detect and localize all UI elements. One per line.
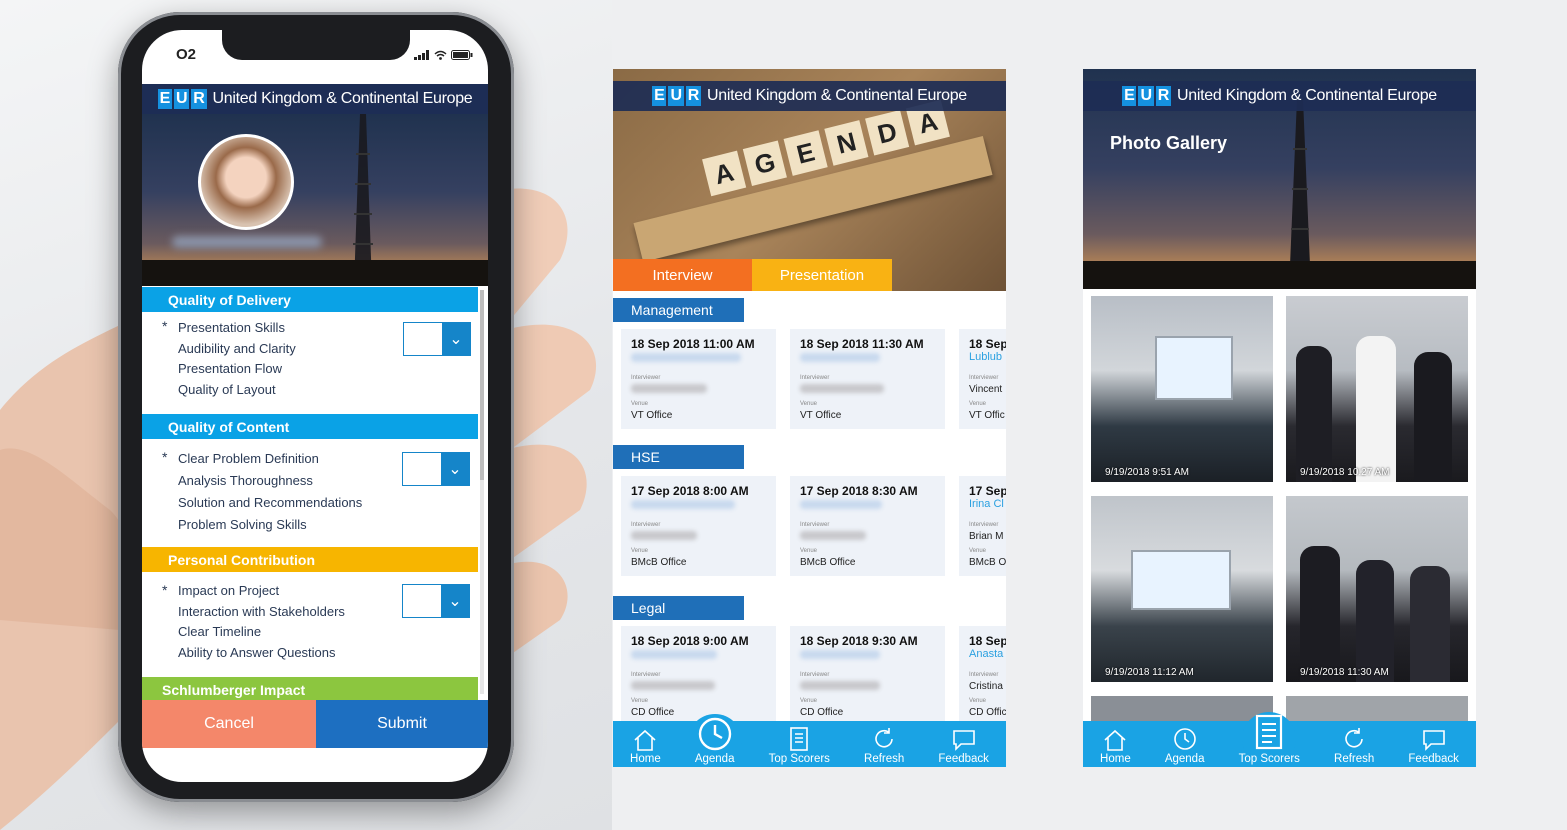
app-banner: EUR United Kingdom & Continental Europe xyxy=(613,81,1006,111)
status-icons xyxy=(414,50,473,60)
category-management: Management xyxy=(613,298,744,322)
clock-icon xyxy=(698,717,731,751)
nav-top-scorers[interactable]: Top Scorers xyxy=(1239,712,1300,766)
battery-icon xyxy=(451,50,473,60)
category-legal: Legal xyxy=(613,596,744,620)
schedule-card[interactable]: 18 Sep 2018 11:30 AM Interviewer Venue V… xyxy=(790,329,945,429)
banner-title: United Kingdom & Continental Europe xyxy=(707,87,967,104)
tab-presentation[interactable]: Presentation xyxy=(752,259,892,291)
gallery-photo[interactable]: 9/19/2018 9:51 AM xyxy=(1091,296,1273,482)
criteria-list: Presentation Skills Audibility and Clari… xyxy=(178,320,296,397)
score-select[interactable]: ⌄ xyxy=(402,584,470,618)
banner-title: United Kingdom & Continental Europe xyxy=(1177,87,1437,104)
gallery-photo[interactable]: 9/19/2018 11:30 AM xyxy=(1286,496,1468,682)
schedule-card[interactable]: 18 Sep Lublub Interviewer Vincent Venue … xyxy=(959,329,1006,429)
bottom-nav: Home Agenda Top Scorers Refresh Feedback xyxy=(1083,712,1476,767)
scoreboard-icon xyxy=(1256,714,1283,750)
banner-title: United Kingdom & Continental Europe xyxy=(212,90,473,107)
section-personal-contribution: Personal Contribution xyxy=(142,547,478,572)
signal-icon xyxy=(414,50,429,60)
schedule-card[interactable]: 17 Sep 2018 8:00 AM Interviewer Venue BM… xyxy=(621,476,776,576)
cancel-button[interactable]: Cancel xyxy=(142,700,316,748)
presenter-redacted xyxy=(631,353,741,362)
nav-feedback[interactable]: Feedback xyxy=(1408,728,1459,765)
schedule-card[interactable]: 17 Sep Irina Cl Interviewer Brian M Venu… xyxy=(959,476,1006,576)
profile-header xyxy=(142,114,488,286)
refresh-icon xyxy=(1345,728,1363,748)
required-mark: * xyxy=(162,318,168,334)
home-icon xyxy=(1104,729,1126,751)
schedule-card[interactable]: 17 Sep 2018 8:30 AM Interviewer Venue BM… xyxy=(790,476,945,576)
nav-home[interactable]: Home xyxy=(1100,728,1131,765)
nav-agenda[interactable]: Agenda xyxy=(687,714,742,767)
schedule-card[interactable]: 18 Sep Anasta Interviewer Cristina Venue… xyxy=(959,626,1006,726)
eur-logo: EUR xyxy=(157,89,207,109)
criteria-list: Clear Problem Definition Analysis Thorou… xyxy=(178,451,363,532)
chevron-down-icon: ⌄ xyxy=(441,585,469,617)
agenda-hero: A G E N D A EUR United Kingdom & Contine… xyxy=(613,69,1006,291)
chevron-down-icon: ⌄ xyxy=(441,453,469,485)
agenda-screen: A G E N D A EUR United Kingdom & Contine… xyxy=(613,69,1006,767)
nav-refresh[interactable]: Refresh xyxy=(864,726,904,765)
presenter-redacted xyxy=(800,650,880,659)
schedule-card[interactable]: 18 Sep 2018 11:00 AM Interviewer Venue V… xyxy=(621,329,776,429)
page-title: Photo Gallery xyxy=(1110,133,1228,153)
phone-screen: O2 EUR United Kingdom & Continental Euro… xyxy=(142,30,488,782)
chat-bubble-icon xyxy=(952,730,975,751)
schedule-card[interactable]: 18 Sep 2018 9:30 AM Interviewer Venue CD… xyxy=(790,626,945,726)
submit-button[interactable]: Submit xyxy=(316,700,488,748)
carrier-label: O2 xyxy=(176,46,197,63)
schedule-card[interactable]: 18 Sep 2018 9:00 AM Interviewer Venue CD… xyxy=(621,626,776,726)
home-icon xyxy=(634,729,656,751)
category-hse: HSE xyxy=(613,445,744,469)
phone-notch xyxy=(222,30,410,60)
form-scrollbar[interactable] xyxy=(480,290,484,694)
gallery-header: EUR United Kingdom & Continental Europe … xyxy=(1083,69,1476,289)
presenter-redacted xyxy=(800,500,882,509)
presenter-redacted xyxy=(631,500,735,509)
refresh-icon xyxy=(875,728,893,748)
gallery-photo[interactable]: 9/19/2018 10:27 AM xyxy=(1286,296,1468,482)
chevron-down-icon: ⌄ xyxy=(442,323,470,355)
app-banner: EUR United Kingdom & Continental Europe xyxy=(1083,81,1476,111)
nav-top-scorers[interactable]: Top Scorers xyxy=(769,726,830,765)
score-select[interactable]: ⌄ xyxy=(403,322,471,356)
criteria-list: Impact on Project Interaction with Stake… xyxy=(178,583,345,660)
nav-home[interactable]: Home xyxy=(630,728,661,765)
required-mark: * xyxy=(162,582,168,598)
evaluation-form: Quality of Delivery * Presentation Skill… xyxy=(142,286,488,700)
profile-avatar xyxy=(198,134,294,230)
presenter-redacted xyxy=(631,650,717,659)
nav-feedback[interactable]: Feedback xyxy=(938,728,989,765)
section-quality-of-content: Quality of Content xyxy=(142,414,478,439)
section-quality-of-delivery: Quality of Delivery xyxy=(142,287,478,312)
bottom-nav: Home Agenda Top Scorers Refresh Feedback xyxy=(613,714,1006,767)
nav-refresh[interactable]: Refresh xyxy=(1334,726,1374,765)
profile-name-redacted xyxy=(172,236,322,248)
photo-gallery-screen: EUR United Kingdom & Continental Europe … xyxy=(1083,69,1476,767)
clock-icon xyxy=(1173,728,1196,750)
eur-logo: EUR xyxy=(1122,86,1171,106)
wifi-icon xyxy=(434,50,447,60)
scoreboard-icon xyxy=(790,727,809,751)
app-banner: EUR United Kingdom & Continental Europe xyxy=(142,84,488,114)
score-select[interactable]: ⌄ xyxy=(402,452,470,486)
section-schlumberger-impact: Schlumberger Impact xyxy=(142,677,478,700)
gallery-photo[interactable]: 9/19/2018 11:12 AM xyxy=(1091,496,1273,682)
tab-interview[interactable]: Interview xyxy=(613,259,752,291)
chat-bubble-icon xyxy=(1422,730,1445,751)
nav-agenda[interactable]: Agenda xyxy=(1165,726,1204,765)
required-mark: * xyxy=(162,449,168,465)
eur-logo: EUR xyxy=(652,86,701,106)
presenter-redacted xyxy=(800,353,880,362)
